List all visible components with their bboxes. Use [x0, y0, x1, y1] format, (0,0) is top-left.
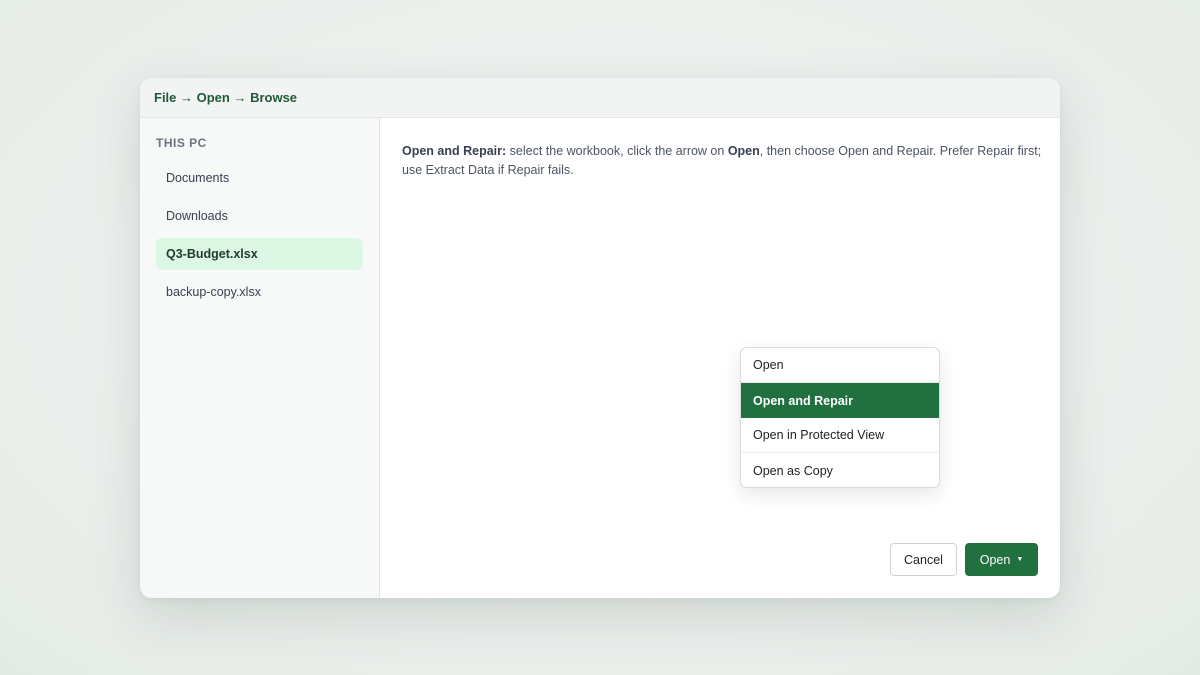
- sidebar-item-documents[interactable]: Documents: [156, 162, 363, 194]
- cancel-button-label: Cancel: [904, 552, 943, 567]
- sidebar-item-label: Downloads: [166, 209, 228, 223]
- menu-item-open-and-repair[interactable]: Open and Repair: [741, 383, 939, 418]
- sidebar-item-backup-copy[interactable]: backup-copy.xlsx: [156, 276, 363, 308]
- open-split-button[interactable]: Open ▼: [965, 543, 1038, 576]
- caret-down-icon[interactable]: ▼: [1016, 556, 1023, 563]
- sidebar-item-label: backup-copy.xlsx: [166, 285, 261, 299]
- instruction-part1: select the workbook, click the arrow on: [506, 144, 728, 158]
- menu-item-open-as-copy[interactable]: Open as Copy: [741, 453, 939, 487]
- open-dropdown-menu: Open Open and Repair Open in Protected V…: [740, 347, 940, 488]
- dialog-titlebar: File → Open → Browse: [140, 78, 1060, 118]
- breadcrumb: File → Open → Browse: [154, 90, 298, 105]
- sidebar-item-q3-budget[interactable]: Q3-Budget.xlsx: [156, 238, 363, 270]
- sidebar-heading: THIS PC: [156, 136, 207, 150]
- menu-item-open-protected-view[interactable]: Open in Protected View: [741, 418, 939, 453]
- instruction-lead: Open and Repair:: [402, 144, 507, 158]
- sidebar-item-label: Q3-Budget.xlsx: [166, 247, 258, 261]
- cancel-button[interactable]: Cancel: [890, 543, 957, 576]
- open-dialog: File → Open → Browse THIS PC Documents D…: [140, 78, 1060, 598]
- instruction-emph: Open: [727, 144, 760, 158]
- sidebar-item-label: Documents: [166, 171, 230, 185]
- menu-item-open[interactable]: Open: [741, 348, 939, 383]
- open-button-label: Open: [979, 552, 1011, 567]
- instruction-text: Open and Repair: select the workbook, cl…: [402, 142, 1042, 180]
- content-pane: Open and Repair: select the workbook, cl…: [380, 118, 1060, 598]
- sidebar: THIS PC Documents Downloads Q3-Budget.xl…: [140, 118, 380, 598]
- sidebar-item-downloads[interactable]: Downloads: [156, 200, 363, 232]
